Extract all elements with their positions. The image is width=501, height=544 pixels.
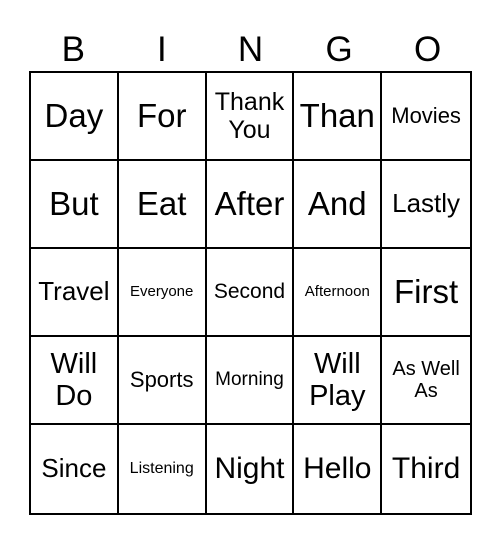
bingo-cell-text: Afternoon (304, 282, 370, 300)
bingo-cell-text: Third (391, 452, 461, 486)
bingo-cell-text: First (394, 272, 459, 310)
header-letter-g: G (325, 30, 353, 69)
bingo-cell-text: But (49, 184, 99, 222)
bingo-cell-o-3[interactable]: First (382, 249, 470, 337)
bingo-cell-o-4[interactable]: As Well As (382, 337, 470, 425)
bingo-cell-o-2[interactable]: Lastly (382, 161, 470, 249)
bingo-cell-text: Movies (391, 102, 461, 128)
bingo-cell-text: Will Play (309, 347, 366, 412)
bingo-cell-n-5[interactable]: Night (207, 425, 295, 513)
header-letter-i: I (157, 30, 167, 69)
header-letter-o: O (414, 30, 442, 69)
bingo-cell-text: Since (41, 453, 107, 484)
bingo-cell-o-1[interactable]: Movies (382, 73, 470, 161)
header-letter-b: B (61, 30, 85, 69)
bingo-cell-text: Travel (38, 276, 110, 307)
bingo-cell-b-2[interactable]: But (31, 161, 119, 249)
bingo-cell-i-4[interactable]: Sports (118, 337, 207, 425)
bingo-cell-n-1[interactable]: Thank You (206, 73, 295, 161)
bingo-cell-i-2[interactable]: Eat (118, 161, 207, 249)
bingo-cell-text: For (136, 96, 187, 134)
bingo-cell-text: Eat (136, 184, 187, 222)
bingo-cell-b-3[interactable]: Travel (31, 249, 119, 337)
bingo-cell-text: Sports (129, 366, 194, 392)
bingo-cell-text: And (307, 184, 367, 222)
bingo-card-grid: Day For Thank You Than Movies But Eat After And La… (29, 71, 472, 515)
header-letter-n: N (237, 30, 264, 69)
bingo-cell-n-3[interactable]: Second (206, 249, 295, 337)
bingo-cell-g-4[interactable]: Will Play (294, 337, 383, 425)
bingo-cell-text: Hello (303, 452, 372, 486)
bingo-cell-text: Than (299, 96, 375, 134)
bingo-cell-text: Night (214, 452, 285, 486)
bingo-cell-i-3[interactable]: Everyone (118, 249, 207, 337)
bingo-cell-b-4[interactable]: Will Do (31, 337, 119, 425)
bingo-cell-n-4[interactable]: Morning (206, 337, 295, 425)
bingo-cell-b-5[interactable]: Since (31, 425, 119, 513)
bingo-cell-i-5[interactable]: Listening (119, 425, 207, 513)
bingo-cell-n-2[interactable]: After (206, 161, 295, 249)
bingo-cell-text: Will Do (50, 347, 98, 412)
bingo-cell-text: Thank You (214, 88, 285, 144)
bingo-cell-g-5[interactable]: Hello (294, 425, 383, 513)
bingo-cell-text: After (214, 184, 285, 222)
bingo-cell-b-1[interactable]: Day (31, 73, 119, 161)
bingo-cell-o-5[interactable]: Third (382, 425, 470, 513)
bingo-cell-text: Morning (215, 369, 284, 391)
bingo-cell-g-2[interactable]: And (294, 161, 383, 249)
bingo-cell-text: Lastly (392, 188, 461, 219)
bingo-header: B I N G O (29, 28, 472, 71)
bingo-cell-i-1[interactable]: For (118, 73, 207, 161)
bingo-cell-text: As Well As (392, 357, 460, 402)
bingo-cell-g-3[interactable]: Afternoon (294, 249, 383, 337)
bingo-cell-g-1[interactable]: Than (294, 73, 383, 161)
bingo-cell-text: Everyone (130, 282, 194, 300)
bingo-cell-text: Listening (129, 460, 194, 478)
bingo-cell-text: Day (44, 96, 104, 134)
bingo-cell-text: Second (213, 280, 286, 304)
